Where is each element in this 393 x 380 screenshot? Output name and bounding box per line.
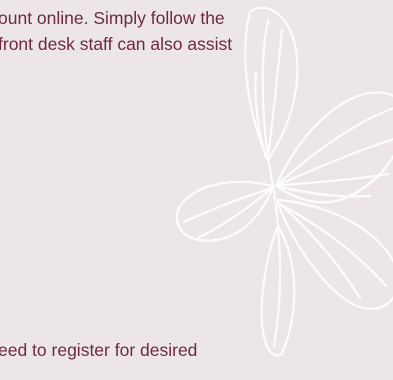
content-panel: ount online. Simply follow the front des… <box>0 0 393 380</box>
body-text-line: ount online. Simply follow the <box>0 8 225 28</box>
body-text-line: eed to register for desired <box>0 340 198 360</box>
body-text-line: front desk staff can also assist <box>0 34 233 54</box>
butterfly-watermark-icon <box>175 6 393 357</box>
